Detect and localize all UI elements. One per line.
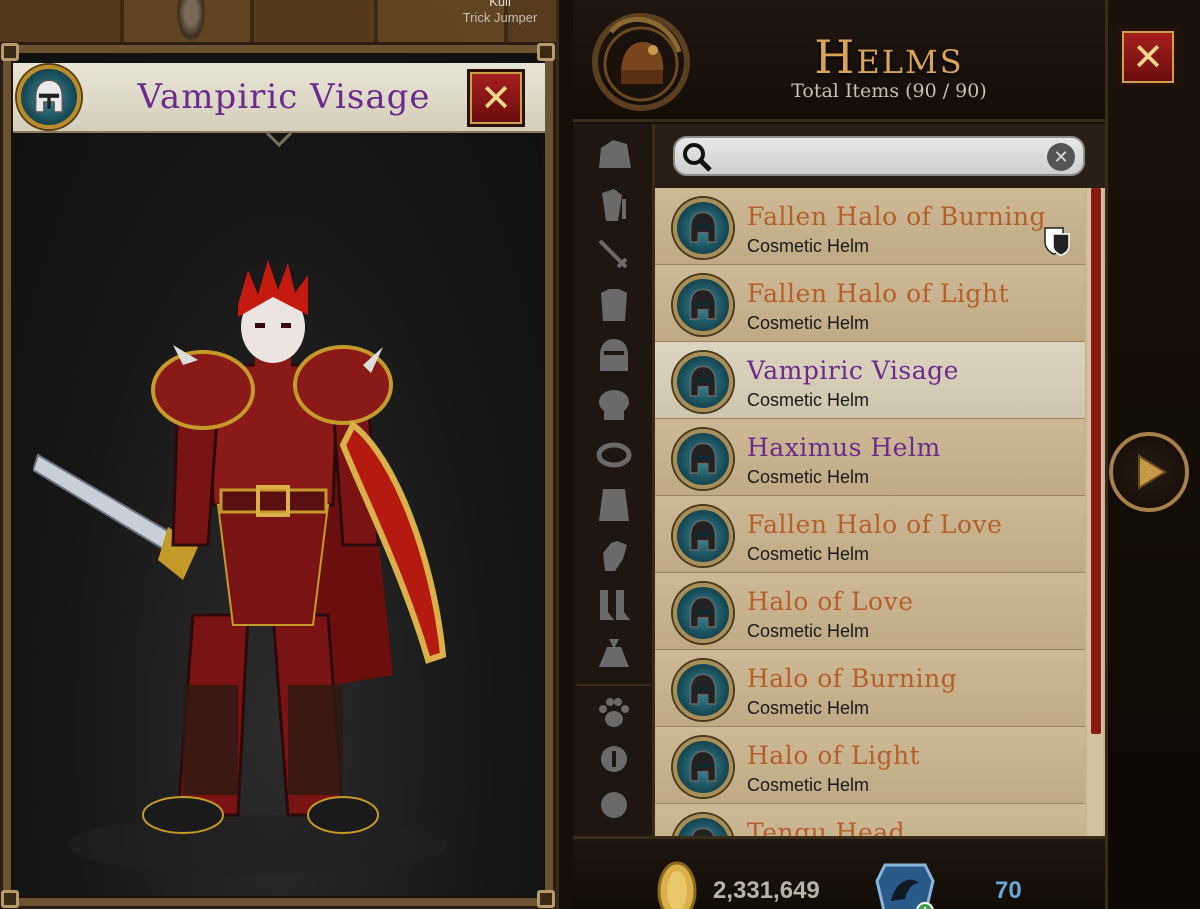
inventory-header: Helms Total Items (90 / 90): [573, 0, 1105, 122]
item-type: Cosmetic Helm: [747, 621, 870, 641]
item-type: Cosmetic Helm: [747, 236, 870, 256]
list-item[interactable]: Haximus Helm Cosmetic Helm: [655, 419, 1085, 496]
pet-paw-icon[interactable]: [593, 692, 635, 734]
chevron-down-icon: [265, 131, 293, 147]
clear-search-icon[interactable]: ✕: [1047, 143, 1075, 171]
chest-armor-icon[interactable]: [593, 284, 635, 326]
inventory-category-title: Helms: [814, 30, 964, 84]
helmet-bag-icon[interactable]: [593, 134, 635, 176]
item-name: Fallen Halo of Light: [747, 279, 1010, 308]
close-inventory-button[interactable]: ✕: [1119, 28, 1177, 86]
frame-corner: [1, 890, 19, 908]
inventory-panel: Helms Total Items (90 / 90) ✕ ✕ Fallen H…: [556, 0, 1200, 909]
item-type: Cosmetic Helm: [747, 467, 870, 487]
item-type: Cosmetic Helm: [747, 544, 870, 564]
currency-footer: 2,331,649 70: [573, 836, 1105, 909]
npc-name-label: Kull: [489, 0, 511, 9]
cosmetic-mask-icon: [1044, 227, 1070, 256]
close-preview-button[interactable]: ✕: [467, 69, 525, 127]
shoulder-armor-icon[interactable]: [593, 384, 635, 426]
scrollbar-thumb[interactable]: [1091, 188, 1101, 734]
helm-icon: [673, 198, 733, 258]
list-item[interactable]: Fallen Halo of Light Cosmetic Helm: [655, 265, 1085, 342]
item-name: Vampiric Visage: [747, 356, 959, 385]
list-item[interactable]: Halo of Light Cosmetic Helm: [655, 727, 1085, 804]
frame-corner: [537, 43, 555, 61]
armor-set-icon[interactable]: [593, 184, 635, 226]
helm-icon: [673, 583, 733, 643]
frame-corner: [537, 890, 555, 908]
item-name: Halo of Love: [747, 587, 914, 616]
misc-orb-icon[interactable]: [593, 784, 635, 826]
item-type: Cosmetic Helm: [747, 698, 870, 718]
cape-icon[interactable]: [593, 484, 635, 526]
helm-icon: [17, 65, 81, 129]
inventory-total-items: Total Items (90 / 90): [791, 80, 987, 102]
inventory-bag-icon: [592, 13, 690, 111]
list-item[interactable]: Halo of Love Cosmetic Helm: [655, 573, 1085, 650]
item-list: Fallen Halo of Burning Cosmetic Helm Fal…: [655, 188, 1105, 836]
item-name: Tengu Head: [747, 818, 906, 836]
category-divider: [577, 684, 651, 686]
glove-icon[interactable]: [593, 534, 635, 576]
item-name: Fallen Halo of Love: [747, 510, 1003, 539]
helm-icon: [673, 814, 733, 836]
category-sidebar: [573, 124, 655, 836]
item-type: Cosmetic Helm: [747, 775, 870, 795]
next-page-arrow-icon[interactable]: [1109, 432, 1189, 512]
gold-coin-icon: [657, 861, 697, 909]
item-name: Fallen Halo of Burning: [747, 202, 1046, 231]
item-name: Halo of Burning: [747, 664, 958, 693]
helm-icon: [673, 275, 733, 335]
dragon-gem-icon: [875, 863, 935, 909]
list-item[interactable]: Fallen Halo of Love Cosmetic Helm: [655, 496, 1085, 573]
sword-icon[interactable]: [593, 234, 635, 276]
dragon-gems-amount: 70: [995, 877, 1022, 904]
item-preview-panel: Vampiric Visage ✕: [0, 42, 556, 909]
frame-corner: [1, 43, 19, 61]
helm-icon: [673, 429, 733, 489]
helm-icon: [673, 737, 733, 797]
item-name: Halo of Light: [747, 741, 921, 770]
helm-icon: [673, 352, 733, 412]
list-item[interactable]: Tengu Head: [655, 804, 1085, 836]
gold-amount: 2,331,649: [713, 877, 820, 904]
helm-icon[interactable]: [593, 334, 635, 376]
item-type: Cosmetic Helm: [747, 313, 870, 333]
list-item[interactable]: Fallen Halo of Burning Cosmetic Helm: [655, 188, 1085, 265]
item-type: Cosmetic Helm: [747, 390, 870, 410]
helm-icon: [673, 506, 733, 566]
list-item-selected[interactable]: Vampiric Visage Cosmetic Helm: [655, 342, 1085, 419]
loot-bag-icon[interactable]: [593, 634, 635, 676]
helm-icon: [673, 660, 733, 720]
search-icon: [683, 143, 712, 172]
info-icon[interactable]: [593, 738, 635, 780]
search-input[interactable]: [719, 144, 1039, 170]
npc-title-label: Trick Jumper: [462, 10, 538, 25]
list-scrollbar[interactable]: [1087, 188, 1103, 836]
list-item[interactable]: Halo of Burning Cosmetic Helm: [655, 650, 1085, 727]
item-name: Haximus Helm: [747, 433, 941, 462]
belt-ring-icon[interactable]: [593, 434, 635, 476]
search-box[interactable]: ✕: [673, 136, 1085, 176]
boots-icon[interactable]: [593, 584, 635, 626]
preview-title-bar: Vampiric Visage: [13, 63, 545, 133]
character-model: [33, 260, 448, 875]
search-area: ✕: [655, 124, 1105, 188]
npc-figure: [176, 0, 206, 42]
preview-item-title: Vampiric Visage: [137, 77, 431, 117]
